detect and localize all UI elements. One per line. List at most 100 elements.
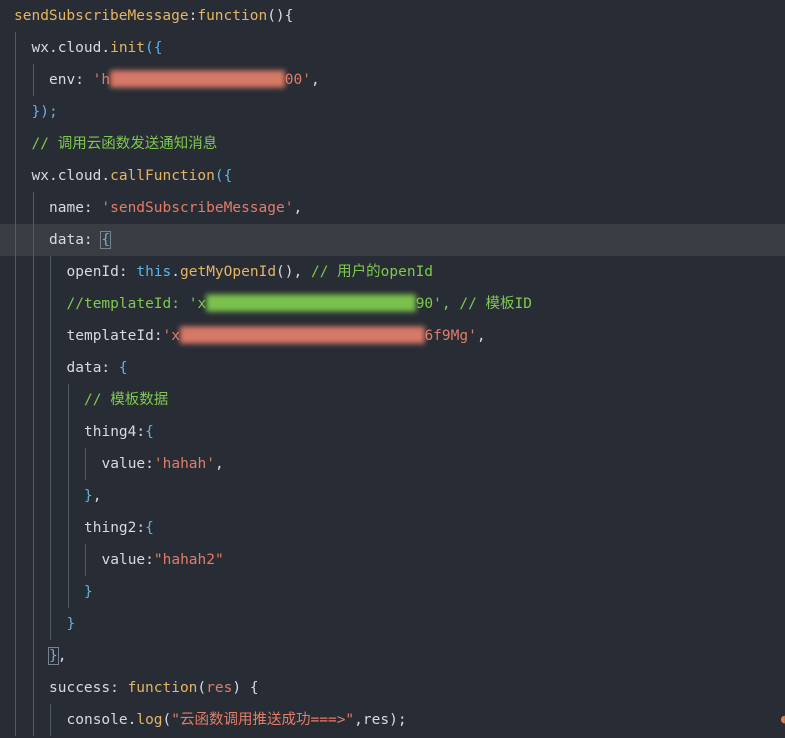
indent-guide bbox=[67, 480, 69, 512]
code-line[interactable]: }, bbox=[0, 480, 785, 512]
indent-guide bbox=[32, 704, 34, 736]
code-text: thing4:{ bbox=[84, 416, 154, 448]
code-token: success bbox=[49, 680, 111, 696]
code-token: wx bbox=[31, 168, 49, 184]
indent-guide bbox=[32, 512, 34, 544]
indent-guide bbox=[67, 512, 69, 544]
code-line[interactable]: value:'hahah', bbox=[0, 448, 785, 480]
code-line[interactable]: wx.cloud.init({ bbox=[0, 32, 785, 64]
code-line[interactable]: openId: this.getMyOpenId(), // 用户的openId bbox=[0, 256, 785, 288]
code-token: ( bbox=[197, 680, 207, 696]
code-token: : bbox=[136, 520, 146, 536]
code-text: env: 'h████████████████████00', bbox=[49, 64, 320, 96]
indent-guide bbox=[67, 384, 69, 416]
code-text: data: { bbox=[67, 352, 128, 384]
code-text: }, bbox=[84, 480, 101, 512]
indent-guide bbox=[32, 256, 34, 288]
code-line[interactable]: thing2:{ bbox=[0, 512, 785, 544]
code-token: 'x bbox=[162, 328, 181, 344]
code-token: { bbox=[145, 520, 154, 536]
code-token: } bbox=[48, 647, 59, 665]
code-line[interactable]: } bbox=[0, 576, 785, 608]
indent-guide bbox=[15, 608, 16, 640]
code-line[interactable]: sendSubscribeMessage:function(){ bbox=[0, 0, 785, 32]
indent-guide bbox=[32, 480, 34, 512]
code-line[interactable]: //templateId: 'x████████████████████████… bbox=[0, 288, 785, 320]
code-line[interactable]: templateId:'x███████████████████████████… bbox=[0, 320, 785, 352]
indent-guide bbox=[15, 576, 16, 608]
code-token: { bbox=[145, 424, 154, 440]
indent-guide bbox=[15, 448, 16, 480]
code-token: : bbox=[75, 72, 93, 88]
code-token: // 用户的openId bbox=[310, 264, 434, 280]
indent-guide bbox=[32, 64, 34, 96]
code-token: name bbox=[49, 200, 84, 216]
code-text: sendSubscribeMessage:function(){ bbox=[14, 0, 293, 32]
indent-guide bbox=[32, 416, 34, 448]
indent-guide bbox=[50, 448, 51, 480]
code-line[interactable]: }, bbox=[0, 640, 785, 672]
indent-guide bbox=[67, 544, 69, 576]
code-text: } bbox=[84, 576, 93, 608]
indent-guide bbox=[32, 352, 34, 384]
indent-guide bbox=[50, 416, 51, 448]
code-token: ({ bbox=[214, 168, 233, 184]
code-line[interactable]: wx.cloud.callFunction({ bbox=[0, 160, 785, 192]
indent-guide bbox=[50, 544, 51, 576]
indent-guide bbox=[32, 320, 34, 352]
code-token: // 模板数据 bbox=[84, 392, 169, 408]
code-token: 6f9Mg' bbox=[424, 328, 477, 344]
code-token: thing2 bbox=[84, 520, 137, 536]
code-token: } bbox=[84, 488, 93, 504]
code-line[interactable]: // 模板数据 bbox=[0, 384, 785, 416]
indent-guide bbox=[32, 448, 34, 480]
code-token: , bbox=[57, 648, 67, 664]
indent-guide bbox=[15, 288, 16, 320]
code-token: //templateId: 'x bbox=[66, 296, 207, 312]
code-line[interactable]: } bbox=[0, 608, 785, 640]
indent-guide bbox=[32, 640, 34, 672]
code-text: value:'hahah', bbox=[102, 448, 224, 480]
code-line[interactable]: data: { bbox=[0, 224, 785, 256]
code-token: : bbox=[136, 424, 146, 440]
code-line[interactable]: env: 'h████████████████████00', bbox=[0, 64, 785, 96]
redacted-token: ████████████████████████ bbox=[206, 296, 416, 312]
code-token: data bbox=[66, 360, 102, 376]
indent-guide bbox=[50, 576, 51, 608]
code-text: templateId:'x███████████████████████████… bbox=[67, 320, 486, 352]
code-token: { bbox=[249, 680, 259, 696]
indent-guide bbox=[15, 64, 16, 96]
indent-guide bbox=[50, 384, 51, 416]
indent-guide bbox=[32, 672, 34, 704]
indent-guide bbox=[32, 576, 34, 608]
code-token: } bbox=[84, 584, 93, 600]
code-token: , bbox=[310, 72, 320, 88]
code-token: , bbox=[293, 200, 303, 216]
indent-guide bbox=[15, 384, 16, 416]
code-token: value bbox=[101, 552, 146, 568]
indent-guide bbox=[85, 448, 86, 480]
code-token: : bbox=[145, 552, 154, 568]
code-line[interactable]: data: { bbox=[0, 352, 785, 384]
code-token: templateId bbox=[66, 328, 154, 344]
code-line[interactable]: name: 'sendSubscribeMessage', bbox=[0, 192, 785, 224]
code-text: openId: this.getMyOpenId(), // 用户的openId bbox=[67, 256, 434, 288]
code-line[interactable]: success: function(res) { bbox=[0, 672, 785, 704]
code-token: : bbox=[83, 200, 102, 216]
indent-guide bbox=[50, 352, 51, 384]
indent-guide bbox=[50, 704, 51, 736]
code-token: log bbox=[136, 712, 163, 728]
code-editor[interactable]: sendSubscribeMessage:function(){wx.cloud… bbox=[0, 0, 785, 738]
code-line[interactable]: console.log("云函数调用推送成功===>",res); ◖ bbox=[0, 704, 785, 736]
code-text: }); bbox=[32, 96, 58, 128]
code-line[interactable]: }); bbox=[0, 96, 785, 128]
code-line[interactable]: thing4:{ bbox=[0, 416, 785, 448]
indent-guide bbox=[15, 96, 16, 128]
code-token: // 调用云函数发送通知消息 bbox=[31, 136, 218, 152]
code-line[interactable]: // 调用云函数发送通知消息 bbox=[0, 128, 785, 160]
code-line[interactable]: value:"hahah2" bbox=[0, 544, 785, 576]
code-token: : bbox=[145, 456, 154, 472]
code-token: 'hahah' bbox=[153, 456, 215, 472]
code-token: (){ bbox=[267, 8, 294, 24]
code-text: name: 'sendSubscribeMessage', bbox=[49, 192, 302, 224]
